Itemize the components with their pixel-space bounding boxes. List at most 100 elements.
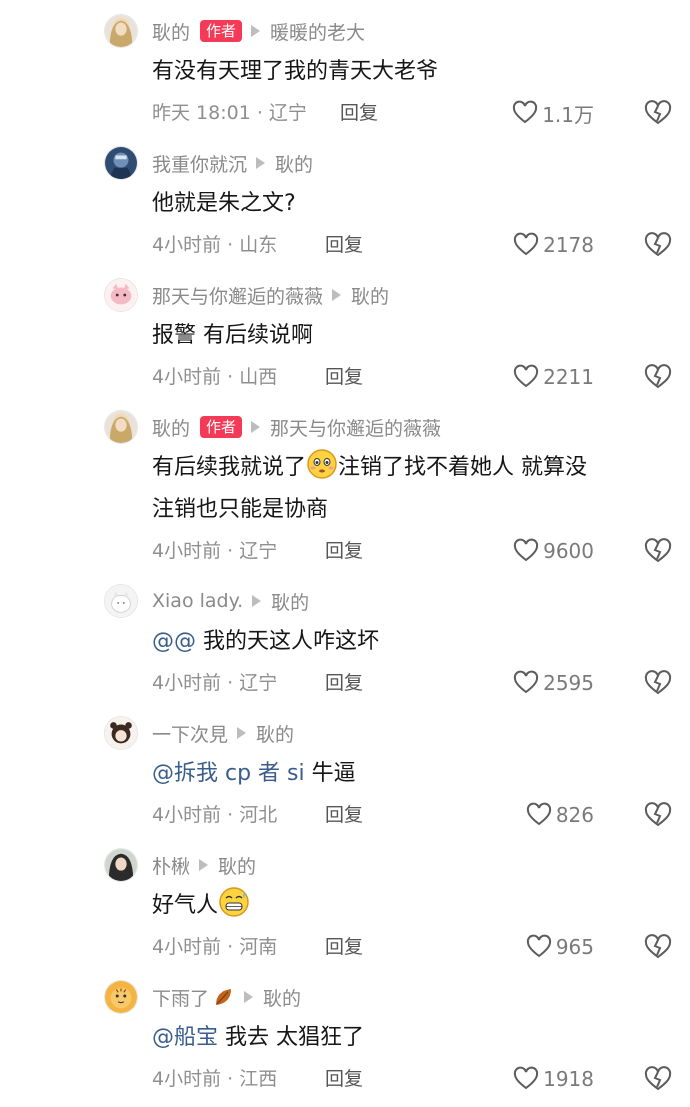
mention-link[interactable]: @拆我 cp 者 si bbox=[152, 761, 305, 786]
comment-meta: 耿的 作者 暖暖的老大 bbox=[152, 15, 365, 47]
reply-to-name[interactable]: 耿的 bbox=[271, 588, 309, 615]
reply-to-name[interactable]: 耿的 bbox=[218, 852, 256, 879]
like-button[interactable]: 2595 bbox=[513, 666, 594, 700]
reply-to-name[interactable]: 耿的 bbox=[263, 984, 301, 1011]
avatar[interactable] bbox=[104, 146, 138, 180]
time-location: 4小时前 · 辽宁 bbox=[152, 540, 278, 562]
dislike-icon[interactable] bbox=[644, 933, 672, 961]
like-button[interactable]: 2211 bbox=[513, 360, 594, 394]
avatar[interactable] bbox=[104, 716, 138, 750]
dislike-icon[interactable] bbox=[644, 363, 672, 391]
reply-arrow-icon bbox=[251, 421, 261, 433]
heart-icon bbox=[513, 232, 539, 256]
like-button[interactable]: 2178 bbox=[513, 228, 594, 262]
comment-footer: 4小时前 · 河南 回复 965 bbox=[152, 930, 672, 964]
reply-arrow-icon bbox=[199, 859, 209, 871]
reply-to-name[interactable]: 耿的 bbox=[256, 720, 294, 747]
reply-arrow-icon bbox=[237, 727, 247, 739]
reply-button[interactable]: 回复 bbox=[325, 666, 363, 700]
reply-to-name[interactable]: 暖暖的老大 bbox=[270, 18, 365, 45]
comment-meta: 那天与你邂逅的薇薇 耿的 bbox=[152, 279, 389, 311]
like-count: 2595 bbox=[543, 671, 594, 695]
avatar[interactable] bbox=[104, 278, 138, 312]
mention-link[interactable]: @船宝 bbox=[152, 1025, 218, 1050]
blushing-emoji-icon bbox=[307, 449, 337, 479]
comment-footer: 4小时前 · 山东 回复 2178 bbox=[152, 228, 672, 262]
reply-button[interactable]: 回复 bbox=[340, 96, 378, 130]
dislike-icon[interactable] bbox=[644, 537, 672, 565]
comment-text: @船宝 我去 太猖狂了 bbox=[152, 1017, 662, 1059]
reply-button[interactable]: 回复 bbox=[325, 360, 363, 394]
heart-icon bbox=[513, 1066, 539, 1090]
reply-button[interactable]: 回复 bbox=[325, 534, 363, 568]
reply-arrow-icon bbox=[252, 595, 262, 607]
author-name[interactable]: 一下次見 bbox=[152, 720, 228, 747]
reply-button[interactable]: 回复 bbox=[325, 798, 363, 832]
comment-text-body: 有没有天理了我的青天大老爷 bbox=[152, 59, 439, 84]
comment-text: 有没有天理了我的青天大老爷 bbox=[152, 51, 662, 93]
avatar[interactable] bbox=[104, 980, 138, 1014]
comment-text: 报警 有后续说啊 bbox=[152, 315, 662, 357]
like-button[interactable]: 826 bbox=[526, 798, 594, 832]
time-location: 4小时前 · 山东 bbox=[152, 234, 278, 256]
like-count: 9600 bbox=[543, 539, 594, 563]
author-name[interactable]: 耿的 bbox=[152, 18, 190, 45]
author-name[interactable]: 耿的 bbox=[152, 414, 190, 441]
comment-text: @@ 我的天这人咋这坏 bbox=[152, 621, 662, 663]
grinning-sweat-emoji-icon bbox=[219, 887, 249, 917]
reply-button[interactable]: 回复 bbox=[325, 1062, 363, 1096]
heart-icon bbox=[513, 364, 539, 388]
comment-text: 他就是朱之文? bbox=[152, 183, 662, 225]
time-location: 4小时前 · 河南 bbox=[152, 936, 278, 958]
leaf-emoji-icon bbox=[216, 989, 232, 1005]
reply-button[interactable]: 回复 bbox=[325, 930, 363, 964]
time-location: 4小时前 · 河北 bbox=[152, 804, 278, 826]
comment-footer: 4小时前 · 河北 回复 826 bbox=[152, 798, 672, 832]
dislike-icon[interactable] bbox=[644, 99, 672, 127]
comment-text-body: 注销了找不着她人 就算没 bbox=[338, 455, 588, 480]
author-name[interactable]: 下雨了 bbox=[152, 984, 209, 1011]
comment-text-body: 有后续我就说了 bbox=[152, 455, 307, 480]
dislike-icon[interactable] bbox=[644, 801, 672, 829]
comment-text-body: 我去 太猖狂了 bbox=[225, 1025, 365, 1050]
avatar[interactable] bbox=[104, 14, 138, 48]
author-name[interactable]: 朴楸 bbox=[152, 852, 190, 879]
reply-to-name[interactable]: 耿的 bbox=[351, 282, 389, 309]
comment-meta: 一下次見 耿的 bbox=[152, 717, 294, 749]
like-count: 1918 bbox=[543, 1067, 594, 1091]
comment-meta: 耿的 作者 那天与你邂逅的薇薇 bbox=[152, 411, 441, 443]
heart-icon bbox=[526, 934, 551, 958]
like-button[interactable]: 1.1万 bbox=[512, 96, 594, 130]
avatar[interactable] bbox=[104, 584, 138, 618]
reply-to-name[interactable]: 那天与你邂逅的薇薇 bbox=[270, 414, 441, 441]
comment-footer: 4小时前 · 辽宁 回复 2595 bbox=[152, 666, 672, 700]
heart-icon bbox=[513, 670, 539, 694]
comment-meta: 我重你就沉 耿的 bbox=[152, 147, 313, 179]
time-location: 4小时前 · 山西 bbox=[152, 366, 278, 388]
mention-link[interactable]: @@ bbox=[152, 629, 196, 654]
heart-icon bbox=[513, 100, 538, 124]
reply-to-name[interactable]: 耿的 bbox=[275, 150, 313, 177]
avatar[interactable] bbox=[104, 410, 138, 444]
like-button[interactable]: 1918 bbox=[513, 1062, 594, 1096]
author-name[interactable]: 我重你就沉 bbox=[152, 150, 247, 177]
author-name[interactable]: 那天与你邂逅的薇薇 bbox=[152, 282, 323, 309]
comment-text-body: 注销也只能是协商 bbox=[152, 497, 329, 522]
dislike-icon[interactable] bbox=[644, 1065, 672, 1093]
comment-text: 有后续我就说了 注销了找不着她人 就算没 注销也只能是协商 bbox=[152, 447, 662, 531]
avatar[interactable] bbox=[104, 848, 138, 882]
heart-icon bbox=[513, 538, 539, 562]
comment-footer: 4小时前 · 山西 回复 2211 bbox=[152, 360, 672, 394]
like-button[interactable]: 9600 bbox=[513, 534, 594, 568]
dislike-icon[interactable] bbox=[644, 669, 672, 697]
like-count: 826 bbox=[555, 803, 594, 827]
comment-text-body: 我的天这人咋这坏 bbox=[203, 629, 380, 654]
dislike-icon[interactable] bbox=[644, 231, 672, 259]
comment-text-body: 好气人 bbox=[152, 893, 219, 918]
reply-button[interactable]: 回复 bbox=[325, 228, 363, 262]
author-name[interactable]: Xiao lady. bbox=[152, 590, 243, 612]
time-location: 4小时前 · 辽宁 bbox=[152, 672, 278, 694]
comment-text: 好气人 bbox=[152, 885, 662, 927]
like-count: 2211 bbox=[543, 365, 594, 389]
like-button[interactable]: 965 bbox=[526, 930, 594, 964]
